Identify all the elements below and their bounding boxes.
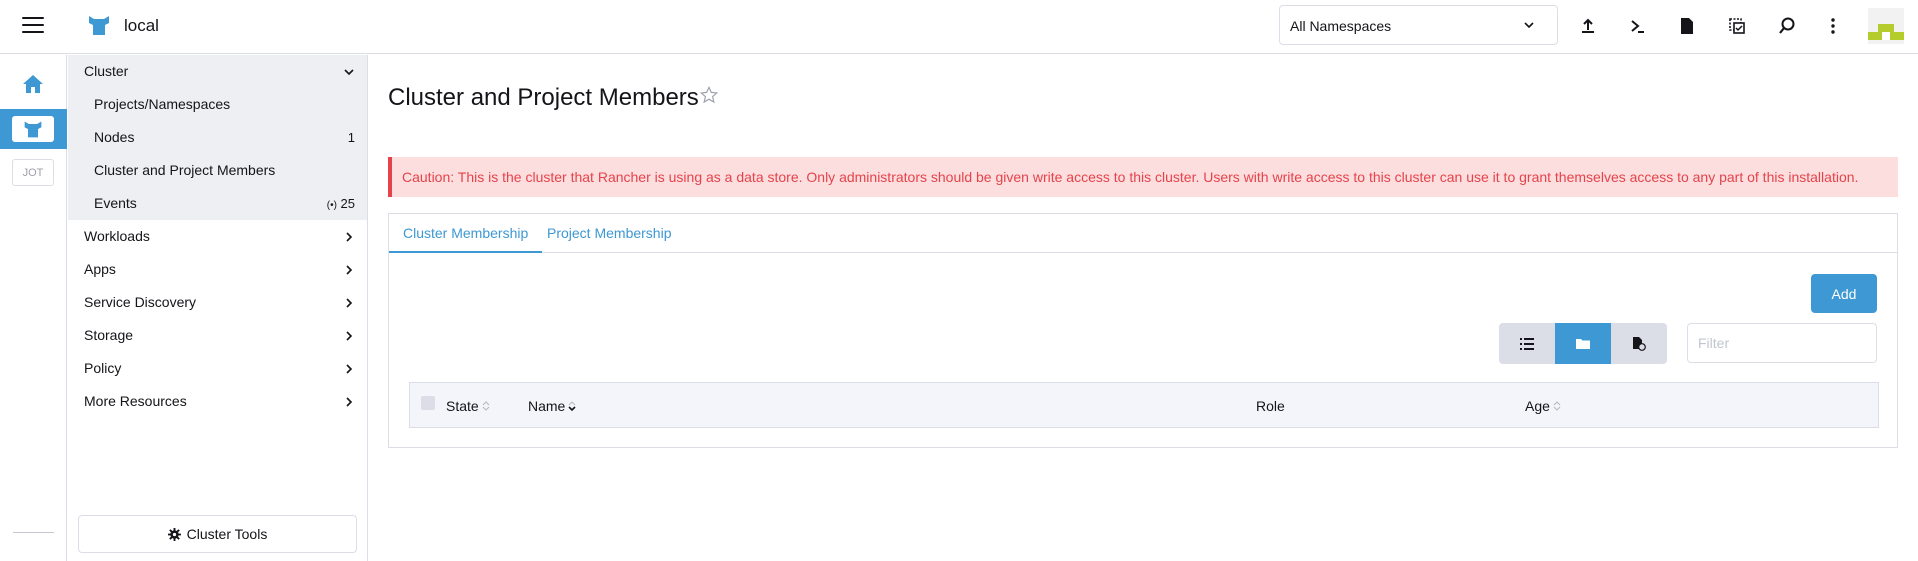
gear-icon [167, 527, 181, 541]
nav-group-label: Storage [84, 327, 134, 343]
nav-item-cluster-project-members[interactable]: Cluster and Project Members [68, 154, 367, 187]
menu-icon[interactable] [22, 17, 44, 35]
folder-icon [1576, 339, 1590, 349]
kubectl-shell-icon[interactable] [1627, 15, 1649, 37]
nav-group-cluster-header[interactable]: Cluster [68, 55, 367, 88]
sort-desc-icon [568, 401, 576, 412]
cluster-tools-button[interactable]: Cluster Tools [78, 515, 357, 553]
chevron-right-icon [346, 265, 353, 275]
nav-group-label: Policy [84, 360, 122, 376]
group-by-role-button[interactable] [1611, 323, 1667, 364]
column-label: State [446, 398, 479, 414]
role-file-icon [1633, 336, 1646, 351]
nav-group-service-discovery[interactable]: Service Discovery [68, 286, 367, 319]
column-label: Age [1525, 398, 1550, 414]
group-by-toggle [1499, 323, 1667, 364]
kubeconfig-file-icon[interactable] [1676, 15, 1698, 37]
nav-group-apps[interactable]: Apps [68, 253, 367, 286]
nav-group-storage[interactable]: Storage [68, 319, 367, 352]
chevron-right-icon [346, 331, 353, 341]
column-header-age[interactable]: Age [1525, 398, 1561, 414]
chevron-right-icon [346, 298, 353, 308]
nav-item-label: Events [94, 195, 137, 211]
avatar[interactable] [1868, 8, 1904, 44]
main-content: Cluster and Project Members Caution: Thi… [369, 55, 1918, 561]
search-icon[interactable] [1776, 15, 1798, 37]
rail-cluster-jot[interactable]: JOT [12, 159, 54, 186]
select-all-checkbox[interactable] [421, 396, 435, 410]
column-label: Name [528, 398, 566, 414]
nav-group-more-resources[interactable]: More Resources [68, 385, 367, 418]
favorite-star-icon[interactable] [700, 86, 718, 104]
nav-item-count: (•) 25 [327, 187, 355, 222]
nav-item-label: Cluster and Project Members [94, 162, 276, 178]
cluster-name: local [124, 16, 159, 35]
copy-kubeconfig-icon[interactable] [1726, 15, 1748, 37]
side-nav: Cluster Projects/Namespaces Nodes 1 Clus… [68, 55, 368, 561]
tab-cluster-membership[interactable]: Cluster Membership [389, 214, 543, 253]
events-count: 25 [340, 196, 355, 211]
caution-banner: Caution: This is the cluster that Ranche… [388, 157, 1898, 197]
import-yaml-icon[interactable] [1577, 15, 1599, 37]
namespace-select[interactable]: All Namespaces [1279, 5, 1558, 45]
column-header-state[interactable]: State [446, 398, 490, 414]
group-by-project-button[interactable] [1555, 323, 1611, 364]
nav-group-label: Apps [84, 261, 116, 277]
nav-group-cluster: Cluster Projects/Namespaces Nodes 1 Clus… [68, 55, 367, 220]
list-icon [1520, 337, 1534, 350]
column-header-role[interactable]: Role [1256, 398, 1285, 414]
members-panel: Cluster Membership Project Membership Ad… [388, 213, 1898, 448]
chevron-right-icon [346, 397, 353, 407]
top-header: local All Namespaces [0, 0, 1918, 54]
namespaced-icon: (•) [326, 200, 337, 211]
nav-group-workloads[interactable]: Workloads [68, 220, 367, 253]
add-button[interactable]: Add [1811, 274, 1877, 313]
chevron-right-icon [346, 232, 353, 242]
nav-group-label: Workloads [84, 228, 150, 244]
nav-group-label: Service Discovery [84, 294, 197, 310]
cluster-tools-label: Cluster Tools [186, 526, 268, 542]
chevron-down-icon [1524, 22, 1534, 29]
column-label: Role [1256, 398, 1285, 414]
side-rail: JOT [0, 55, 67, 561]
rail-cluster-local[interactable] [0, 109, 67, 149]
nav-item-nodes[interactable]: Nodes 1 [68, 121, 367, 154]
nav-group-label: Cluster [84, 63, 129, 79]
home-icon[interactable] [22, 74, 44, 94]
nav-group-policy[interactable]: Policy [68, 352, 367, 385]
flat-list-button[interactable] [1499, 323, 1555, 364]
sort-icon [482, 401, 490, 411]
rail-divider [13, 532, 54, 533]
more-icon[interactable] [1822, 15, 1844, 37]
table-header: State Name Role Age [409, 382, 1879, 428]
sort-icon [1553, 401, 1561, 411]
chevron-down-icon [344, 69, 354, 76]
column-header-name[interactable]: Name [528, 398, 576, 414]
nav-item-events[interactable]: Events (•) 25 [68, 187, 367, 220]
tab-project-membership[interactable]: Project Membership [533, 214, 686, 253]
nav-item-label: Nodes [94, 129, 135, 145]
nav-group-label: More Resources [84, 393, 187, 409]
nav-item-count: 1 [347, 130, 355, 145]
page-title: Cluster and Project Members [388, 84, 699, 111]
nav-item-label: Projects/Namespaces [94, 96, 231, 112]
tab-bar: Cluster Membership Project Membership [389, 214, 1897, 253]
cluster-logo-icon [89, 16, 109, 35]
nav-item-projects-namespaces[interactable]: Projects/Namespaces [68, 88, 367, 121]
cluster-icon [24, 121, 42, 138]
filter-input[interactable] [1687, 323, 1877, 363]
chevron-right-icon [346, 364, 353, 374]
namespace-select-value: All Namespaces [1290, 18, 1392, 34]
